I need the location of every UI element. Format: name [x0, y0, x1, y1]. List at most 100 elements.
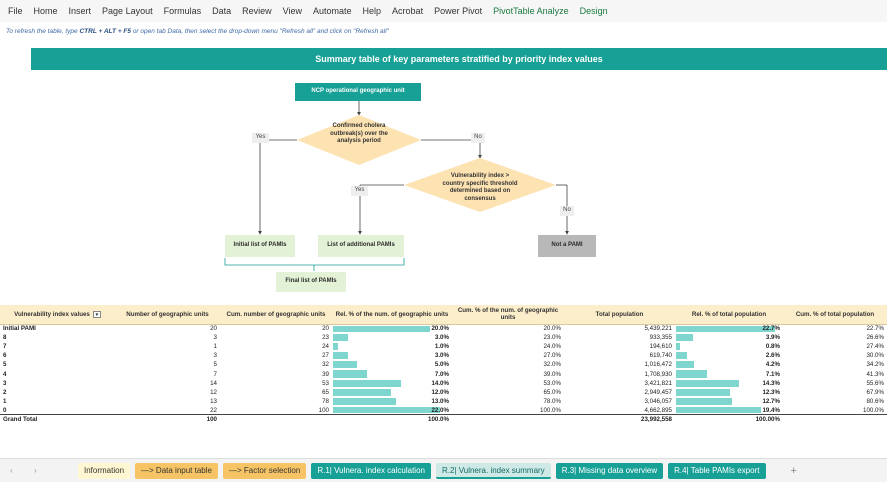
cum-pct-cell: 65.0% [543, 388, 561, 396]
rel-pct-cell: 5.0% [332, 360, 452, 369]
population-cell: 2,949,457 [644, 388, 672, 396]
population-cell: 194,610 [649, 343, 672, 351]
rel-pop-cell: 14.3% [675, 379, 783, 388]
start-box: NCP operational geographic unit [295, 83, 421, 101]
sheet-tab[interactable]: R.4| Table PAMIs export [668, 462, 766, 479]
refresh-hint: To refresh the table, type CTRL + ALT + … [6, 28, 389, 35]
sheet-tab[interactable]: —> Factor selection [222, 462, 307, 479]
count-cell: 7 [213, 370, 217, 378]
table-row: 6 3 27 3.0% 27.0% 619,740 2.6% 30.0% [0, 351, 887, 360]
ribbon-tab-data[interactable]: Data [212, 6, 231, 16]
sheet-tab[interactable]: R.3| Missing data overview [555, 462, 664, 479]
ribbon-tab-design[interactable]: Design [580, 6, 608, 16]
cum-pct-cell [452, 414, 564, 425]
sheet-tab[interactable]: Information [78, 462, 131, 479]
row-label: 7 [3, 343, 7, 351]
ribbon-tab-help[interactable]: Help [363, 6, 382, 16]
filter-dropdown-icon[interactable]: ▾ [92, 310, 101, 318]
ribbon-tab-power-pivot[interactable]: Power Pivot [434, 6, 482, 16]
ribbon-tab-page-layout[interactable]: Page Layout [102, 6, 153, 16]
count-cell: 12 [210, 388, 217, 396]
grand-total-row: Grand Total 100 100.0% 23,992,558 100.00% [0, 414, 887, 425]
sheet-tab[interactable]: R.2| Vulnera. index summary [435, 462, 551, 479]
population-cell: 4,662,895 [644, 406, 672, 414]
flowchart: NCP operational geographic unit Confirme… [0, 72, 887, 302]
ribbon-tab-home[interactable]: Home [34, 6, 58, 16]
row-label: 8 [3, 334, 7, 342]
row-label: 1 [3, 397, 7, 405]
table-row: 2 12 65 12.0% 65.0% 2,949,457 12.3% 67.9% [0, 388, 887, 397]
rel-pop-cell: 0.8% [675, 342, 783, 351]
yes-label-2: Yes [351, 186, 368, 196]
population-cell: 23,992,558 [564, 414, 675, 425]
population-cell: 5,439,221 [644, 325, 672, 333]
rel-pop-cell: 12.7% [675, 397, 783, 406]
table-row: 1 13 78 13.0% 78.0% 3,046,057 12.7% 80.6% [0, 397, 887, 406]
cum-pct-cell: 32.0% [543, 361, 561, 369]
row-label: Grand Total [0, 414, 115, 425]
count-cell: 20 [210, 325, 217, 333]
count-cell: 22 [210, 406, 217, 414]
cum-pop-cell: 67.9% [866, 388, 884, 396]
tab-prev-arrow-icon[interactable]: ‹ [10, 466, 24, 475]
rel-pop-cell: 7.1% [675, 369, 783, 378]
pivot-table: Vulnerability index values ▾ Number of geo… [0, 305, 887, 425]
cum-pop-cell: 80.6% [866, 397, 884, 405]
add-sheet-icon[interactable]: + [791, 465, 797, 477]
cum-pop-cell: 55.6% [866, 379, 884, 387]
data-bar [676, 352, 688, 360]
data-bar [676, 361, 695, 369]
yes-label-1: Yes [252, 133, 269, 143]
ribbon-tab-review[interactable]: Review [242, 6, 272, 16]
cum-pop-cell: 26.6% [866, 334, 884, 342]
data-bar [676, 397, 732, 405]
column-header: Total population [564, 305, 675, 325]
initial-pami-box: Initial list of PAMIs [225, 235, 295, 257]
data-bar [333, 406, 440, 414]
tab-next-arrow-icon[interactable]: › [34, 466, 48, 475]
column-header: Cum. number of geographic units [220, 305, 332, 325]
cum-pop-cell: 34.2% [866, 361, 884, 369]
row-label: 6 [3, 352, 7, 360]
rel-pct-cell: 3.0% [332, 333, 452, 342]
cum-pop-cell [783, 414, 887, 425]
ribbon-tab-acrobat[interactable]: Acrobat [392, 6, 423, 16]
ribbon-tab-file[interactable]: File [8, 6, 23, 16]
population-cell: 933,355 [649, 334, 672, 342]
not-pami-box: Not a PAMI [538, 235, 596, 257]
data-bar [333, 370, 368, 378]
cum-pct-cell: 100.0% [540, 406, 561, 414]
column-header: Rel. % of the num. of geographic units [332, 305, 452, 325]
no-label-2: No [560, 206, 574, 216]
ribbon-tab-pivottable-analyze[interactable]: PivotTable Analyze [493, 6, 569, 16]
cum-pct-cell: 39.0% [543, 370, 561, 378]
cum-count-cell: 65 [322, 388, 329, 396]
rel-pct-cell: 100.0% [332, 414, 452, 425]
rel-pct-cell: 1.0% [332, 342, 452, 351]
cum-count-cell: 32 [322, 361, 329, 369]
ribbon-tab-insert[interactable]: Insert [69, 6, 92, 16]
final-pami-box: Final list of PAMIs [276, 272, 346, 292]
additional-pami-box: List of additional PAMIs [318, 235, 404, 257]
count-cell: 1 [213, 343, 217, 351]
cum-count-cell: 27 [322, 352, 329, 360]
column-header: Cum. % of total population [783, 305, 887, 325]
ribbon-menu: File Home Insert Page Layout Formulas Data Rev… [0, 0, 887, 22]
cum-pct-cell: 23.0% [543, 334, 561, 342]
column-header[interactable]: Vulnerability index values ▾ [0, 305, 115, 325]
ribbon-tab-view[interactable]: View [283, 6, 302, 16]
cum-count-cell: 23 [322, 334, 329, 342]
ribbon-tab-formulas[interactable]: Formulas [164, 6, 202, 16]
data-bar [333, 334, 348, 342]
rel-pct-cell: 14.0% [332, 379, 452, 388]
rel-pop-cell: 12.3% [675, 388, 783, 397]
population-cell: 1,708,930 [644, 370, 672, 378]
cum-count-cell: 39 [322, 370, 329, 378]
population-cell: 619,740 [649, 352, 672, 360]
ribbon-tab-automate[interactable]: Automate [313, 6, 352, 16]
sheet-tab[interactable]: —> Data input table [135, 462, 218, 479]
sheet-tab[interactable]: R.1| Vulnera. index calculation [311, 462, 431, 479]
population-cell: 3,421,821 [644, 379, 672, 387]
cum-pct-cell: 53.0% [543, 379, 561, 387]
row-label: 5 [3, 361, 7, 369]
